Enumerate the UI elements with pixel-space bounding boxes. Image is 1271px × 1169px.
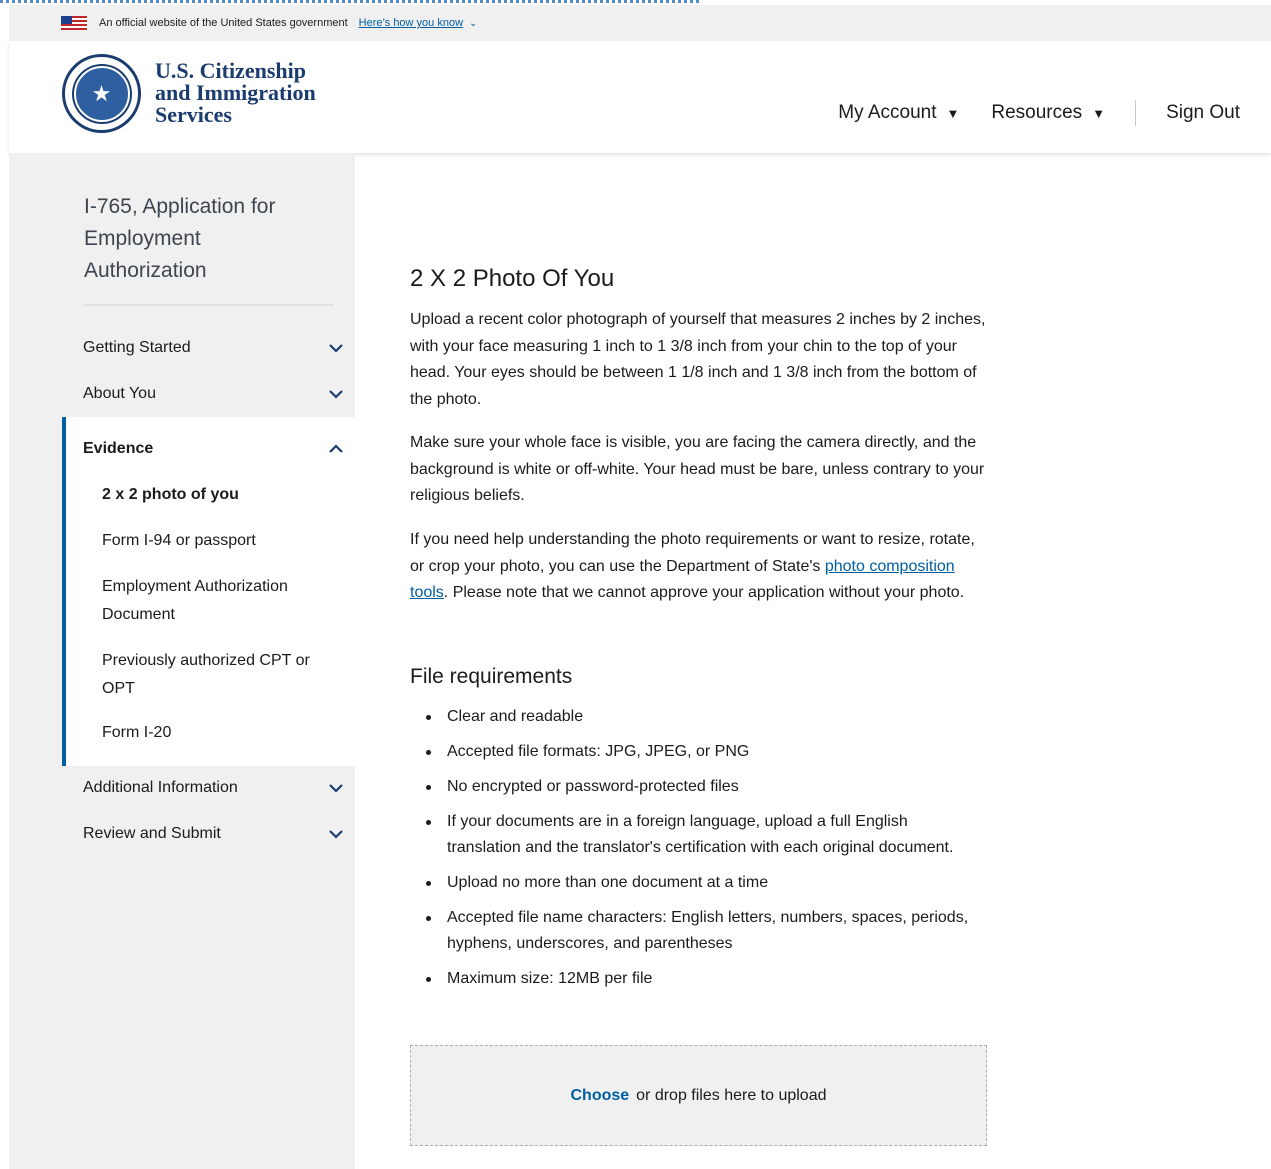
sidebar-subitem-i20[interactable]: Form I-20	[102, 719, 332, 747]
sidebar-divider	[84, 304, 334, 306]
file-requirements-list: Clear and readable Accepted file formats…	[410, 704, 970, 992]
choose-file-button[interactable]: Choose	[570, 1087, 629, 1105]
list-item: Accepted file formats: JPG, JPEG, or PNG	[410, 739, 970, 765]
photo-face-paragraph: Make sure your whole face is visible, yo…	[410, 434, 985, 504]
sidebar-subitem-cpt-opt[interactable]: Previously authorized CPT or OPT	[102, 647, 332, 703]
site-header: ★ U.S. Citizenship and Immigration Servi…	[9, 41, 1271, 153]
gov-banner: An official website of the United States…	[9, 5, 1271, 41]
top-dotted-border	[0, 0, 700, 3]
list-item: Maximum size: 12MB per file	[410, 966, 970, 992]
chevron-down-icon	[329, 341, 343, 355]
us-flag-icon	[61, 16, 87, 30]
sidebar-item-about-you[interactable]: About You	[83, 382, 343, 406]
file-requirements-heading: File requirements	[410, 665, 573, 688]
my-account-menu[interactable]: My Account ▼	[838, 102, 959, 124]
sidebar-subitem-ead[interactable]: Employment Authorization Document	[102, 573, 332, 629]
dropzone-hint: or drop files here to upload	[636, 1086, 827, 1104]
sidebar-item-getting-started[interactable]: Getting Started	[83, 336, 343, 360]
sidebar-item-additional-information[interactable]: Additional Information	[83, 776, 343, 800]
sidebar-subitem-photo[interactable]: 2 x 2 photo of you	[102, 481, 332, 509]
list-item: Upload no more than one document at a ti…	[410, 870, 970, 896]
sidebar-item-review-submit[interactable]: Review and Submit	[83, 822, 343, 846]
sidebar-subitem-i94[interactable]: Form I-94 or passport	[102, 527, 332, 555]
photo-instructions-paragraph: Upload a recent color photograph of your…	[410, 311, 986, 408]
list-item: No encrypted or password-protected files	[410, 774, 970, 800]
sidebar: I-765, Application for Employment Author…	[9, 153, 355, 1169]
chevron-down-icon	[329, 827, 343, 841]
form-title: I-765, Application for Employment Author…	[84, 195, 276, 282]
agency-name[interactable]: U.S. Citizenship and Immigration Service…	[155, 60, 316, 126]
photo-help-paragraph: If you need help understanding the photo…	[410, 531, 975, 601]
sidebar-item-evidence[interactable]: Evidence	[83, 437, 343, 461]
resources-menu[interactable]: Resources ▼	[991, 102, 1105, 124]
gov-banner-text: An official website of the United States…	[99, 17, 348, 29]
chevron-up-icon	[329, 442, 343, 456]
file-upload-dropzone[interactable]: Choose or drop files here to upload	[410, 1045, 987, 1146]
caret-down-icon: ▼	[1092, 105, 1106, 121]
page-title: 2 X 2 Photo Of You	[410, 265, 615, 292]
nav-divider	[1135, 100, 1137, 126]
list-item: If your documents are in a foreign langu…	[410, 809, 970, 861]
sign-out-link[interactable]: Sign Out	[1166, 102, 1240, 124]
caret-down-icon: ▼	[946, 105, 960, 121]
chevron-down-icon	[329, 781, 343, 795]
dhs-seal-icon[interactable]: ★	[62, 54, 141, 133]
header-nav: My Account ▼ Resources ▼ Sign Out	[838, 100, 1240, 126]
chevron-down-icon	[329, 387, 343, 401]
chevron-down-icon[interactable]: ⌄	[469, 18, 477, 29]
list-item: Accepted file name characters: English l…	[410, 905, 970, 957]
list-item: Clear and readable	[410, 704, 970, 730]
how-you-know-link[interactable]: Here’s how you know	[359, 17, 463, 29]
